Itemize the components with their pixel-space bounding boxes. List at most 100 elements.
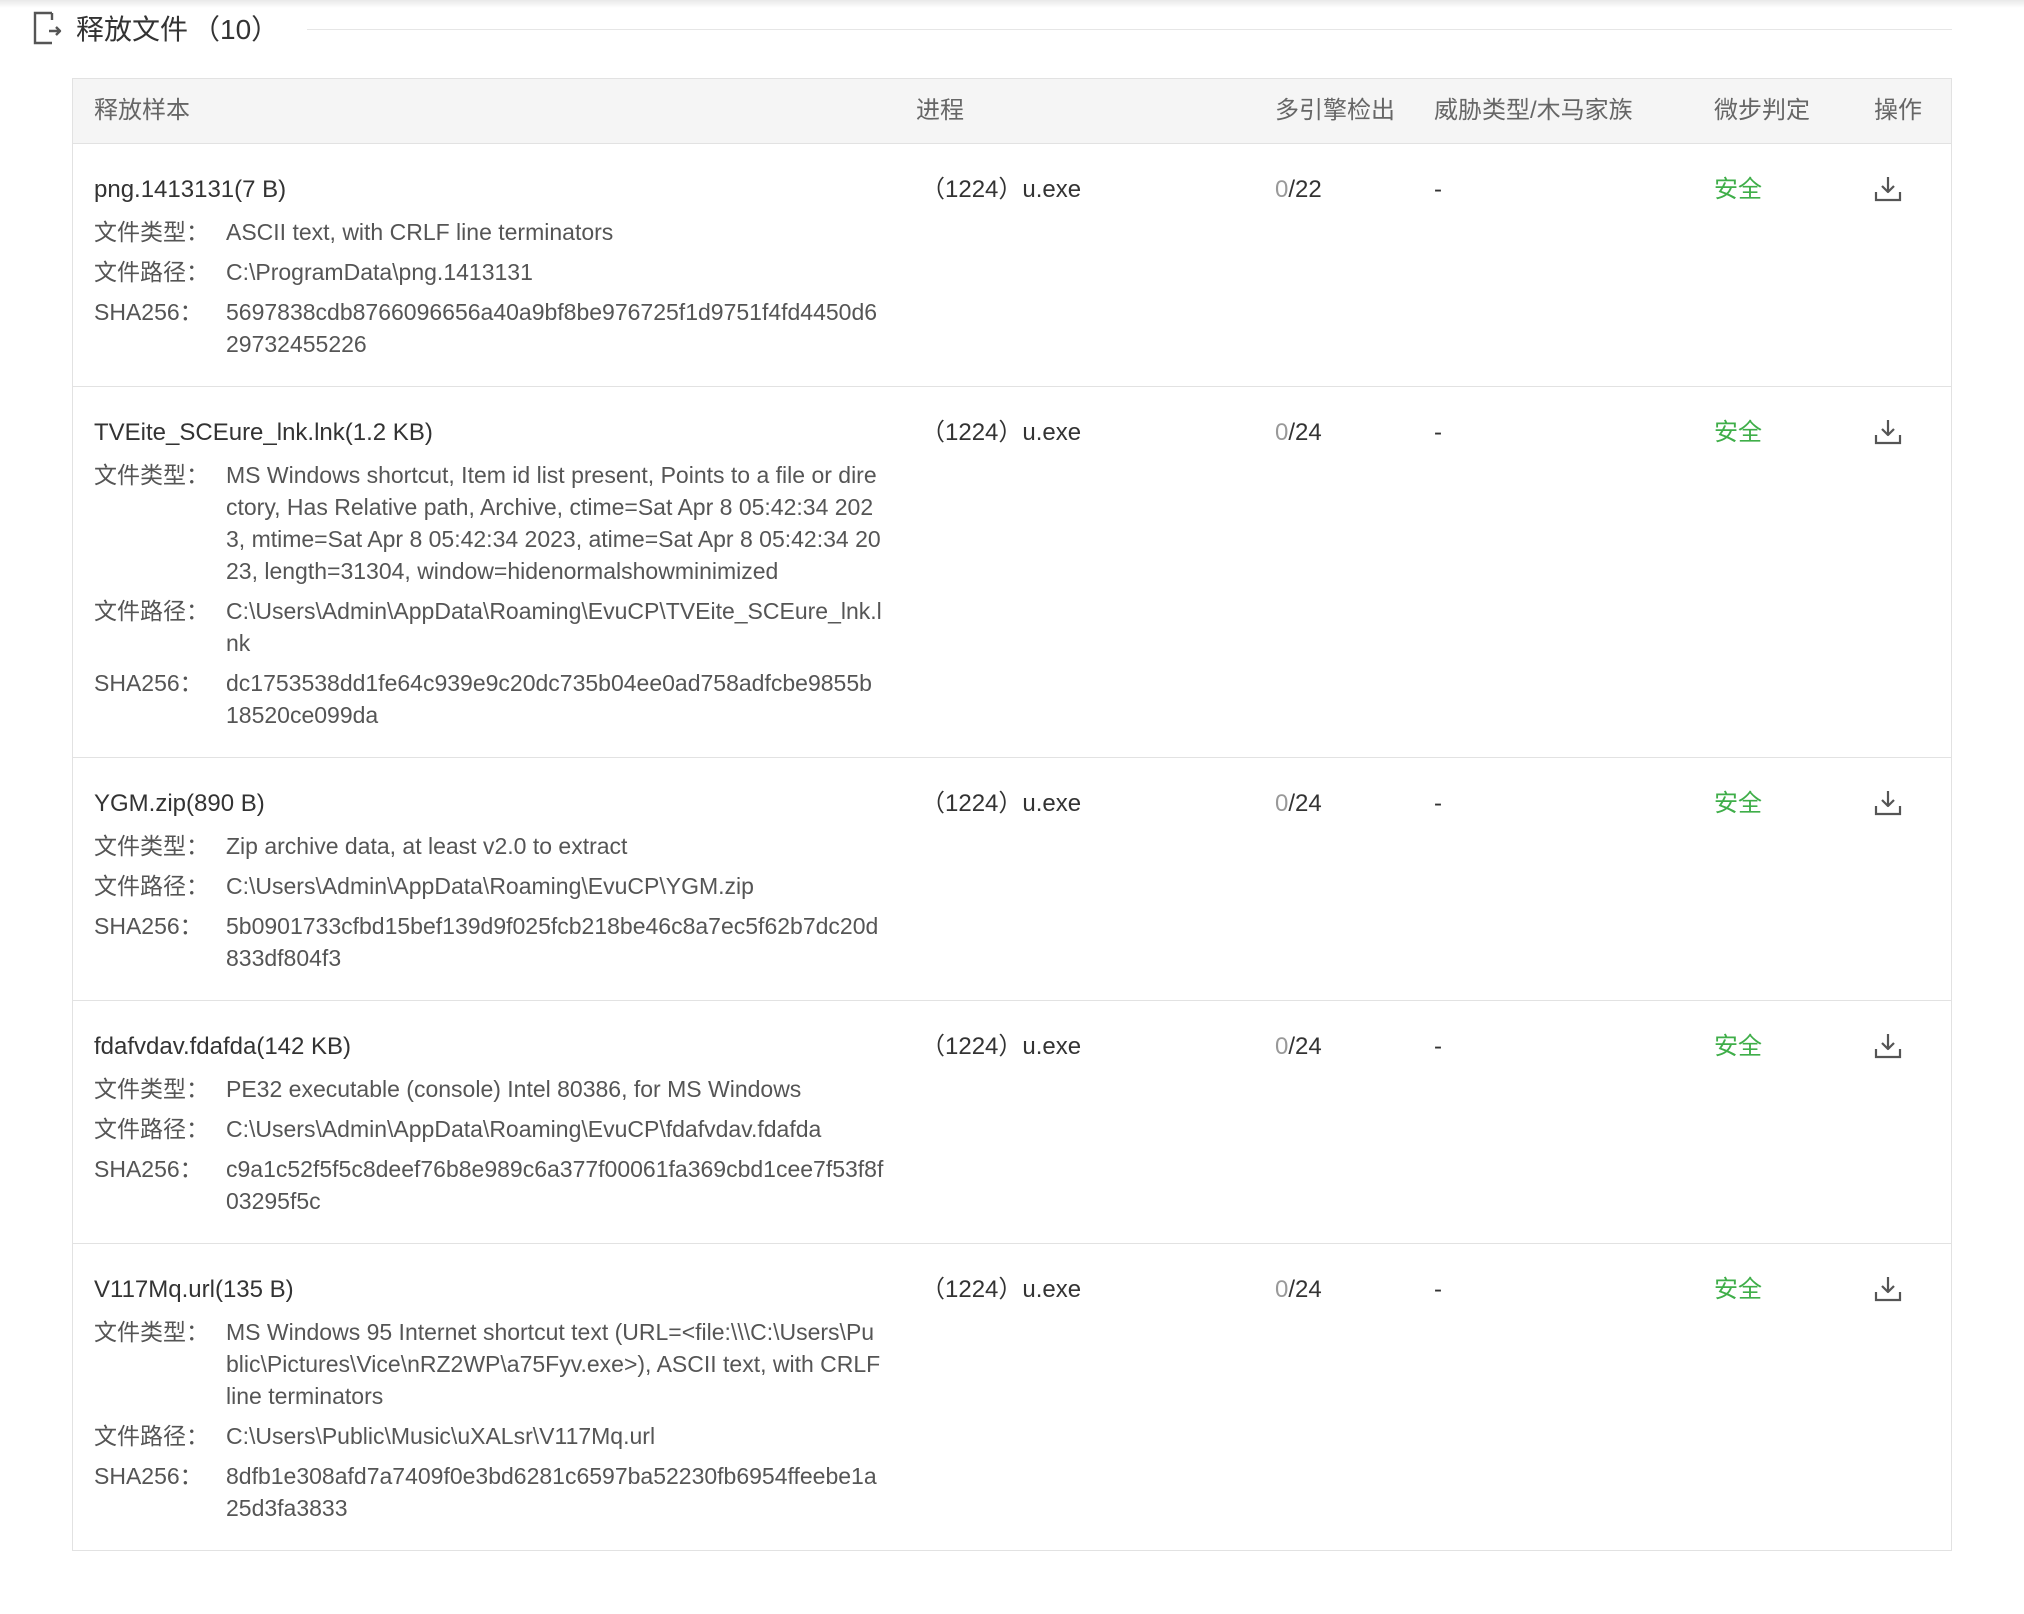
file-type-label: 文件类型： <box>94 462 209 488</box>
detection-hits: 0 <box>1275 1033 1289 1060</box>
detection-cell: 0/22 <box>1275 172 1322 208</box>
detection-cell: 0/24 <box>1275 1272 1322 1308</box>
sample-cell: YGM.zip(890 B) 文件类型： Zip archive data, at … <box>73 758 884 1000</box>
file-type-label: 文件类型： <box>94 1319 209 1345</box>
download-icon[interactable] <box>1873 1274 1903 1304</box>
file-type-value: MS Windows shortcut, Item id list presen… <box>226 462 881 584</box>
sha256-field: SHA256： 5b0901733cfbd15bef139d9f025fcb218… <box>94 910 884 974</box>
threat-cell: - <box>1434 1033 1442 1060</box>
file-path-field: 文件路径： C:\ProgramData\png.1413131 <box>94 256 884 288</box>
section-header: 释放文件 （10） <box>32 8 1952 48</box>
process-cell: （1224）u.exe <box>921 790 1082 817</box>
threat-cell: - <box>1434 790 1442 817</box>
sha256-label: SHA256： <box>94 1463 203 1489</box>
detection-total: /24 <box>1288 790 1322 817</box>
download-button[interactable] <box>1873 174 1903 204</box>
sample-cell: png.1413131(7 B) 文件类型： ASCII text, with CR… <box>73 144 884 386</box>
download-button[interactable] <box>1873 788 1903 818</box>
sha256-field: SHA256： 8dfb1e308afd7a7409f0e3bd6281c6597… <box>94 1460 884 1524</box>
file-path-field: 文件路径： C:\Users\Public\Music\uXALsr\V117Mq… <box>94 1420 884 1452</box>
download-icon[interactable] <box>1873 174 1903 204</box>
sha256-label: SHA256： <box>94 299 203 325</box>
file-type-label: 文件类型： <box>94 833 209 859</box>
threat-cell: - <box>1434 419 1442 446</box>
download-icon[interactable] <box>1873 788 1903 818</box>
column-header-sample: 释放样本 <box>94 97 190 124</box>
sample-name: V117Mq.url(135 B) <box>94 1276 294 1303</box>
detection-total: /22 <box>1288 176 1322 203</box>
section-title: 释放文件 （10） <box>76 8 279 48</box>
download-button[interactable] <box>1873 417 1903 447</box>
download-icon[interactable] <box>1873 1031 1903 1061</box>
sha256-field: SHA256： c9a1c52f5f5c8deef76b8e989c6a377f0… <box>94 1153 884 1217</box>
column-header-action: 操作 <box>1874 97 1922 124</box>
detection-hits: 0 <box>1275 176 1289 203</box>
file-type-field: 文件类型： MS Windows shortcut, Item id list p… <box>94 459 884 587</box>
file-path-value: C:\Users\Public\Music\uXALsr\V117Mq.url <box>226 1423 656 1449</box>
detection-total: /24 <box>1288 1276 1322 1303</box>
column-header-verdict: 微步判定 <box>1714 97 1810 124</box>
column-header-process: 进程 <box>916 97 964 124</box>
file-type-field: 文件类型： Zip archive data, at least v2.0 to … <box>94 830 884 862</box>
file-type-value: PE32 executable (console) Intel 80386, f… <box>226 1076 802 1102</box>
file-type-label: 文件类型： <box>94 219 209 245</box>
file-type-value: MS Windows 95 Internet shortcut text (UR… <box>226 1319 881 1409</box>
sample-name: YGM.zip(890 B) <box>94 790 265 817</box>
column-header-threat: 威胁类型/木马家族 <box>1434 97 1633 124</box>
process-cell: （1224）u.exe <box>921 176 1082 203</box>
sha256-label: SHA256： <box>94 913 203 939</box>
file-path-value: C:\Users\Admin\AppData\Roaming\EvuCP\fda… <box>226 1116 822 1142</box>
file-type-field: 文件类型： MS Windows 95 Internet shortcut tex… <box>94 1316 884 1412</box>
download-button[interactable] <box>1873 1031 1903 1061</box>
file-path-field: 文件路径： C:\Users\Admin\AppData\Roaming\EvuC… <box>94 595 884 659</box>
file-path-label: 文件路径： <box>94 1116 209 1142</box>
process-cell: （1224）u.exe <box>921 419 1082 446</box>
sha256-value: 5b0901733cfbd15bef139d9f025fcb218be46c8a… <box>226 913 879 971</box>
sample-name: fdafvdav.fdafda(142 KB) <box>94 1033 352 1060</box>
threat-cell: - <box>1434 1276 1442 1303</box>
sha256-value: 5697838cdb8766096656a40a9bf8be976725f1d9… <box>226 299 878 357</box>
section-divider <box>307 28 1952 30</box>
file-path-label: 文件路径： <box>94 259 209 285</box>
sha256-field: SHA256： dc1753538dd1fe64c939e9c20dc735b04… <box>94 667 884 731</box>
detection-total: /24 <box>1288 1033 1322 1060</box>
section-title-text: 释放文件 <box>76 14 189 45</box>
detection-cell: 0/24 <box>1275 786 1322 822</box>
sample-cell: fdafvdav.fdafda(142 KB) 文件类型： PE32 executa… <box>73 1001 884 1243</box>
section-count: （10） <box>192 14 280 45</box>
file-path-field: 文件路径： C:\Users\Admin\AppData\Roaming\EvuC… <box>94 1113 884 1145</box>
detection-hits: 0 <box>1275 790 1289 817</box>
sample-name: png.1413131(7 B) <box>94 176 287 203</box>
sample-cell: TVEite_SCEure_lnk.lnk(1.2 KB) 文件类型： MS Win… <box>73 387 884 757</box>
sha256-value: dc1753538dd1fe64c939e9c20dc735b04ee0ad75… <box>226 670 872 728</box>
file-path-value: C:\Users\Admin\AppData\Roaming\EvuCP\YGM… <box>226 873 754 899</box>
file-path-field: 文件路径： C:\Users\Admin\AppData\Roaming\EvuC… <box>94 870 884 902</box>
file-type-field: 文件类型： PE32 executable (console) Intel 803… <box>94 1073 884 1105</box>
file-path-label: 文件路径： <box>94 1423 209 1449</box>
detection-total: /24 <box>1288 419 1322 446</box>
file-type-label: 文件类型： <box>94 1076 209 1102</box>
table-row: V117Mq.url(135 B) 文件类型： MS Windows 95 Inte… <box>73 1244 1951 1550</box>
sha256-value: c9a1c52f5f5c8deef76b8e989c6a377f00061fa3… <box>226 1156 884 1214</box>
sample-name: TVEite_SCEure_lnk.lnk(1.2 KB) <box>94 419 433 446</box>
top-shadow <box>0 0 2024 8</box>
download-icon[interactable] <box>1873 417 1903 447</box>
sha256-field: SHA256： 5697838cdb8766096656a40a9bf8be976… <box>94 296 884 360</box>
download-button[interactable] <box>1873 1274 1903 1304</box>
detection-cell: 0/24 <box>1275 415 1322 451</box>
process-cell: （1224）u.exe <box>921 1033 1082 1060</box>
file-path-label: 文件路径： <box>94 873 209 899</box>
verdict-badge: 安全 <box>1714 790 1762 817</box>
table-row: YGM.zip(890 B) 文件类型： Zip archive data, at … <box>73 758 1951 1001</box>
file-path-value: C:\Users\Admin\AppData\Roaming\EvuCP\TVE… <box>226 598 882 656</box>
verdict-badge: 安全 <box>1714 1276 1762 1303</box>
sample-cell: V117Mq.url(135 B) 文件类型： MS Windows 95 Inte… <box>73 1244 884 1550</box>
table-header: 释放样本 进程 多引擎检出 威胁类型/木马家族 微步判定 操作 <box>73 79 1951 144</box>
verdict-badge: 安全 <box>1714 176 1762 203</box>
sha256-value: 8dfb1e308afd7a7409f0e3bd6281c6597ba52230… <box>226 1463 877 1521</box>
file-export-icon <box>32 11 62 45</box>
file-path-value: C:\ProgramData\png.1413131 <box>226 259 533 285</box>
file-type-value: Zip archive data, at least v2.0 to extra… <box>226 833 628 859</box>
sha256-label: SHA256： <box>94 670 203 696</box>
threat-cell: - <box>1434 176 1442 203</box>
